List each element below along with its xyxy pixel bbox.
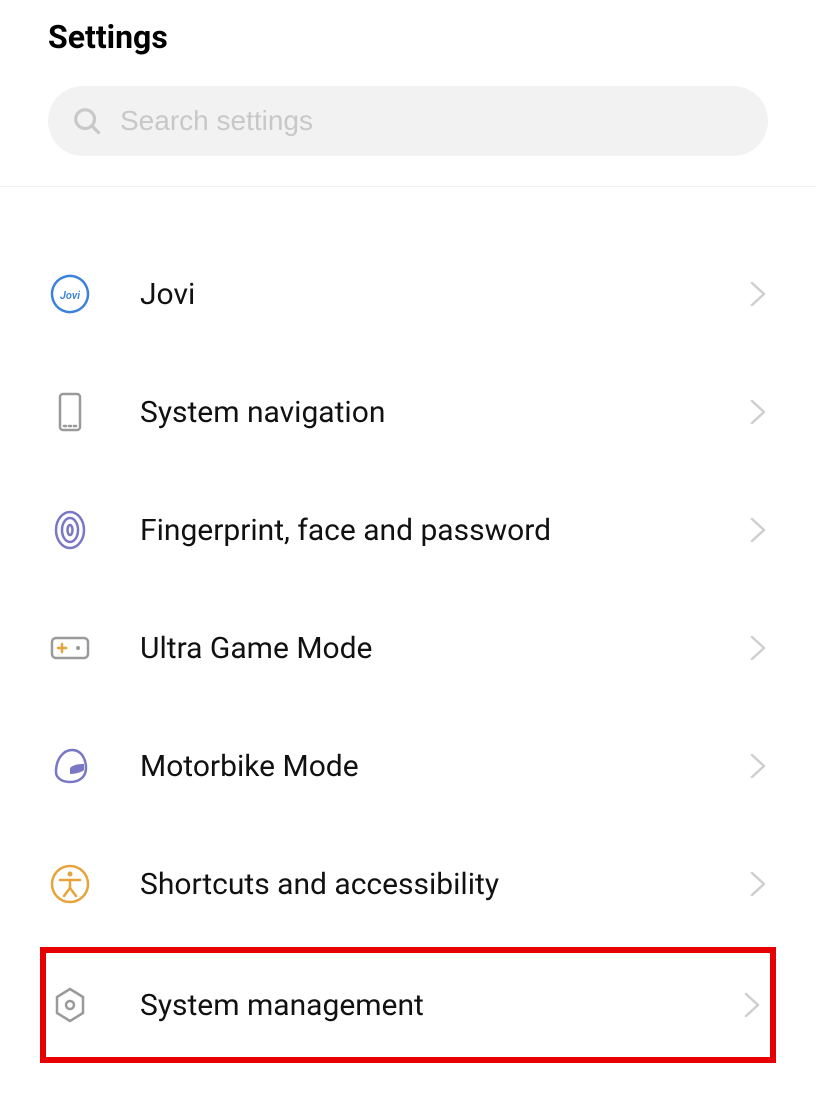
list-item-ultra-game-mode[interactable]: Ultra Game Mode: [0, 589, 816, 707]
list-item-motorbike-mode[interactable]: Motorbike Mode: [0, 707, 816, 825]
list-item-system-navigation[interactable]: System navigation: [0, 353, 816, 471]
item-label: Shortcuts and accessibility: [140, 867, 748, 902]
chevron-right-icon: [742, 992, 762, 1018]
gamepad-icon: [48, 626, 92, 670]
accessibility-icon: [48, 862, 92, 906]
search-icon: [72, 106, 102, 136]
helmet-icon: [48, 744, 92, 788]
search-container: [0, 86, 816, 186]
page-title: Settings: [48, 18, 768, 56]
header: Settings: [0, 0, 816, 86]
item-label: Jovi: [140, 277, 748, 312]
item-label: Motorbike Mode: [140, 749, 748, 784]
settings-list: Jovi Jovi System navigation: [0, 187, 816, 1063]
item-label: System navigation: [140, 395, 748, 430]
phone-icon: [48, 390, 92, 434]
list-item-jovi[interactable]: Jovi Jovi: [0, 235, 816, 353]
item-label: Fingerprint, face and password: [140, 513, 748, 548]
list-item-fingerprint-face-password[interactable]: Fingerprint, face and password: [0, 471, 816, 589]
item-label: System management: [140, 988, 742, 1023]
chevron-right-icon: [748, 399, 768, 425]
search-input[interactable]: [120, 105, 744, 137]
chevron-right-icon: [748, 753, 768, 779]
chevron-right-icon: [748, 635, 768, 661]
item-label: Ultra Game Mode: [140, 631, 748, 666]
jovi-icon: Jovi: [48, 272, 92, 316]
chevron-right-icon: [748, 517, 768, 543]
svg-text:Jovi: Jovi: [60, 289, 80, 302]
list-item-shortcuts-accessibility[interactable]: Shortcuts and accessibility: [0, 825, 816, 943]
fingerprint-icon: [48, 508, 92, 552]
chevron-right-icon: [748, 871, 768, 897]
chevron-right-icon: [748, 281, 768, 307]
list-item-system-management[interactable]: System management: [40, 947, 776, 1063]
search-bar[interactable]: [48, 86, 768, 156]
gear-hex-icon: [48, 983, 92, 1027]
